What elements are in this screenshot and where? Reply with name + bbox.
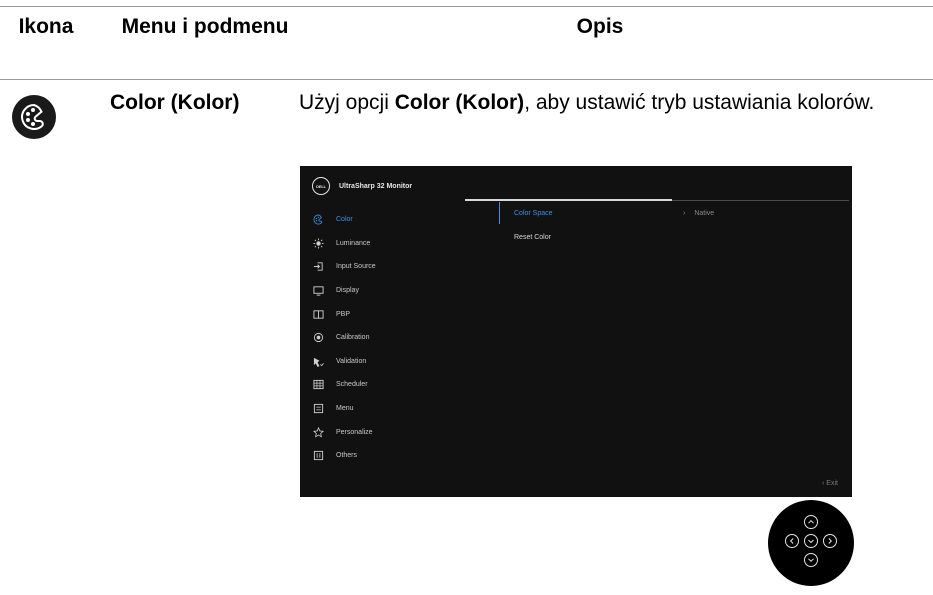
exit-label: Exit	[826, 480, 838, 487]
osd-menu-item-display[interactable]: Display	[311, 279, 491, 303]
star-icon	[311, 425, 325, 439]
calibration-icon	[311, 331, 325, 345]
osd-menu-item-others[interactable]: Others	[311, 444, 491, 468]
column-header-menu: Menu i podmenu	[121, 15, 289, 38]
osd-menu-screen: DELL UltraSharp 32 Monitor Color Luminan…	[300, 166, 852, 497]
column-header-icon: Ikona	[18, 15, 74, 38]
others-icon	[311, 449, 325, 463]
osd-menu-label: Display	[336, 287, 359, 295]
up-icon[interactable]	[804, 515, 818, 529]
right-icon[interactable]	[823, 534, 837, 548]
desc-prefix: Użyj opcji	[299, 91, 395, 114]
scheduler-icon	[311, 378, 325, 392]
osd-menu-item-input-source[interactable]: Input Source	[311, 255, 491, 279]
desc-bold: Color (Kolor)	[394, 91, 525, 114]
osd-menu-label: Input Source	[336, 263, 376, 271]
osd-menu-item-luminance[interactable]: Luminance	[311, 232, 491, 256]
row-description: Użyj opcji Color (Kolor), aby ustawić tr…	[299, 88, 919, 118]
osd-menu-label: Personalize	[336, 428, 373, 436]
osd-menu-label: Luminance	[336, 239, 371, 247]
submenu-item-reset-color[interactable]: Reset Color	[514, 232, 551, 244]
joystick-control	[768, 500, 854, 586]
input-source-icon	[311, 260, 325, 274]
osd-menu-item-color[interactable]: Color	[311, 208, 491, 232]
pbp-icon	[311, 307, 325, 321]
osd-menu-label: Menu	[336, 405, 354, 413]
osd-menu-item-pbp[interactable]: PBP	[311, 302, 491, 326]
table-top-rule	[0, 6, 933, 7]
osd-menu-item-calibration[interactable]: Calibration	[311, 326, 491, 350]
submenu-item-color-space[interactable]: Color Space	[514, 208, 553, 220]
osd-title: UltraSharp 32 Monitor	[339, 182, 413, 190]
table-header-rule	[0, 79, 933, 80]
brightness-icon	[311, 236, 325, 250]
osd-menu-label: Calibration	[336, 334, 370, 342]
osd-menu-label: Color	[336, 216, 353, 224]
osd-title-bar: DELL UltraSharp 32 Monitor	[312, 174, 412, 198]
ok-icon[interactable]	[804, 534, 818, 548]
osd-menu-label: Scheduler	[336, 381, 368, 389]
palette-icon	[311, 213, 325, 227]
osd-menu-item-validation[interactable]: Validation	[311, 350, 491, 374]
osd-main-menu: Color Luminance Input Source Display PBP…	[311, 208, 491, 468]
submenu-selection-bar	[499, 202, 500, 224]
osd-divider-highlight	[465, 199, 672, 201]
left-icon[interactable]	[785, 534, 799, 548]
display-icon	[311, 284, 325, 298]
osd-menu-label: Others	[336, 452, 358, 460]
down-icon[interactable]	[804, 553, 818, 567]
chevron-right-icon: ›	[683, 210, 686, 217]
osd-menu-item-scheduler[interactable]: Scheduler	[311, 373, 491, 397]
column-header-description: Opis	[576, 15, 624, 38]
menu-icon	[311, 402, 325, 416]
row-menu-name: Color (Kolor)	[110, 91, 240, 114]
osd-menu-label: PBP	[336, 310, 351, 318]
osd-menu-item-menu[interactable]: Menu	[311, 397, 491, 421]
dell-logo: DELL	[312, 177, 330, 195]
desc-suffix: , aby ustawić tryb ustawiania kolorów.	[524, 91, 875, 114]
exit-button[interactable]: ‹ Exit	[822, 480, 838, 487]
submenu-value[interactable]: › Native	[683, 208, 723, 220]
osd-menu-label: Validation	[336, 357, 367, 365]
osd-menu-item-personalize[interactable]: Personalize	[311, 420, 491, 444]
submenu-value-text: Native	[694, 210, 715, 217]
validation-icon	[311, 354, 325, 368]
color-palette-icon	[12, 95, 56, 139]
